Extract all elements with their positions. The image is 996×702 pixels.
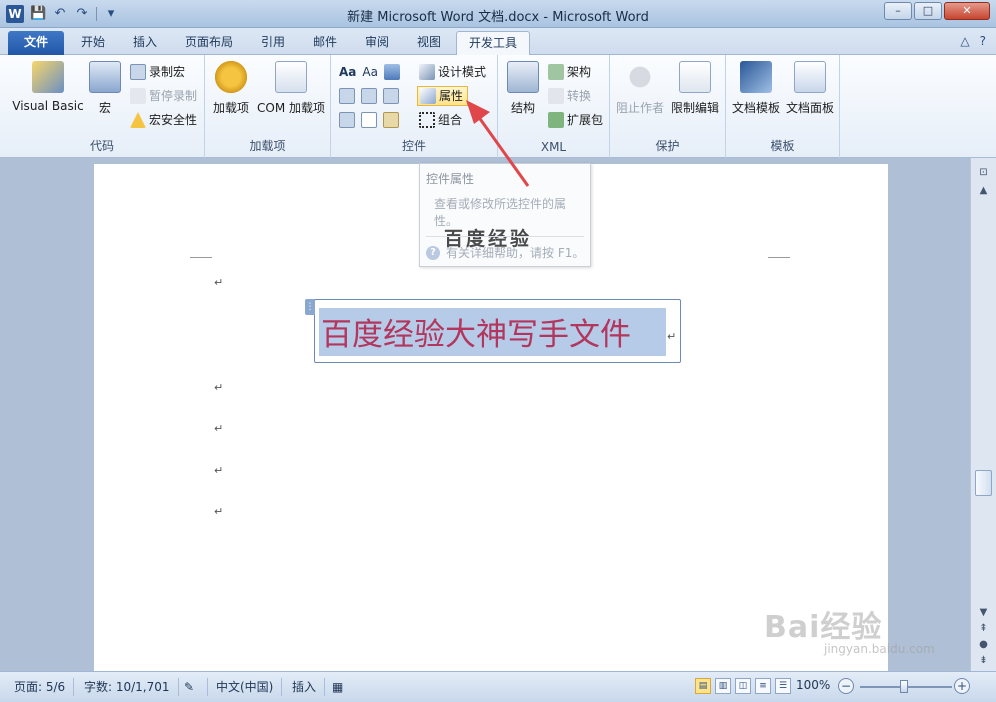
web-layout-icon[interactable]: ◫ — [735, 678, 751, 694]
watermark-url: jingyan.baidu.com — [824, 642, 935, 656]
zoom-slider-knob[interactable] — [900, 680, 908, 693]
proofing-icon[interactable]: ✎ — [184, 678, 208, 696]
baidu-watermark: Bai经验 jingyan.baidu.com — [764, 602, 935, 656]
zoom-slider[interactable] — [860, 680, 952, 693]
scroll-thumb[interactable] — [975, 470, 992, 496]
next-page-icon[interactable]: ⇟ — [975, 654, 992, 668]
zoom-level[interactable]: 100% — [796, 678, 830, 692]
status-language[interactable]: 中文(中国) — [216, 678, 283, 696]
status-word-count[interactable]: 字数: 10/1,701 — [84, 678, 179, 696]
annotation-arrow — [466, 100, 530, 187]
draft-view-icon[interactable]: ☰ — [775, 678, 791, 694]
status-bar: 页面: 5/6 字数: 10/1,701 ✎ 中文(中国) 插入 ▦ ▤ ▥ ◫… — [0, 671, 996, 702]
arrow-shaft — [476, 115, 530, 187]
vertical-scrollbar[interactable]: ⊡ ▲ ▼ ⇞ ● ⇟ — [970, 158, 996, 671]
status-insert-mode[interactable]: 插入 — [292, 678, 326, 696]
view-buttons: ▤ ▥ ◫ ≡ ☰ — [695, 678, 791, 694]
zoom-in-button[interactable]: + — [954, 678, 970, 694]
outline-view-icon[interactable]: ≡ — [755, 678, 771, 694]
macro-record-status-icon[interactable]: ▦ — [332, 678, 354, 696]
scroll-down-icon[interactable]: ▼ — [975, 606, 992, 620]
zoom-out-button[interactable]: − — [838, 678, 854, 694]
full-screen-reading-icon[interactable]: ▥ — [715, 678, 731, 694]
previous-page-icon[interactable]: ⇞ — [975, 622, 992, 636]
watermark-brand: Bai经验 — [764, 610, 883, 645]
arrow-head — [466, 100, 490, 124]
ruler-toggle-icon[interactable]: ⊡ — [975, 166, 992, 180]
print-layout-icon[interactable]: ▤ — [695, 678, 711, 694]
browse-object-icon[interactable]: ● — [975, 638, 992, 652]
scroll-up-icon[interactable]: ▲ — [975, 184, 992, 198]
status-page[interactable]: 页面: 5/6 — [14, 678, 75, 696]
